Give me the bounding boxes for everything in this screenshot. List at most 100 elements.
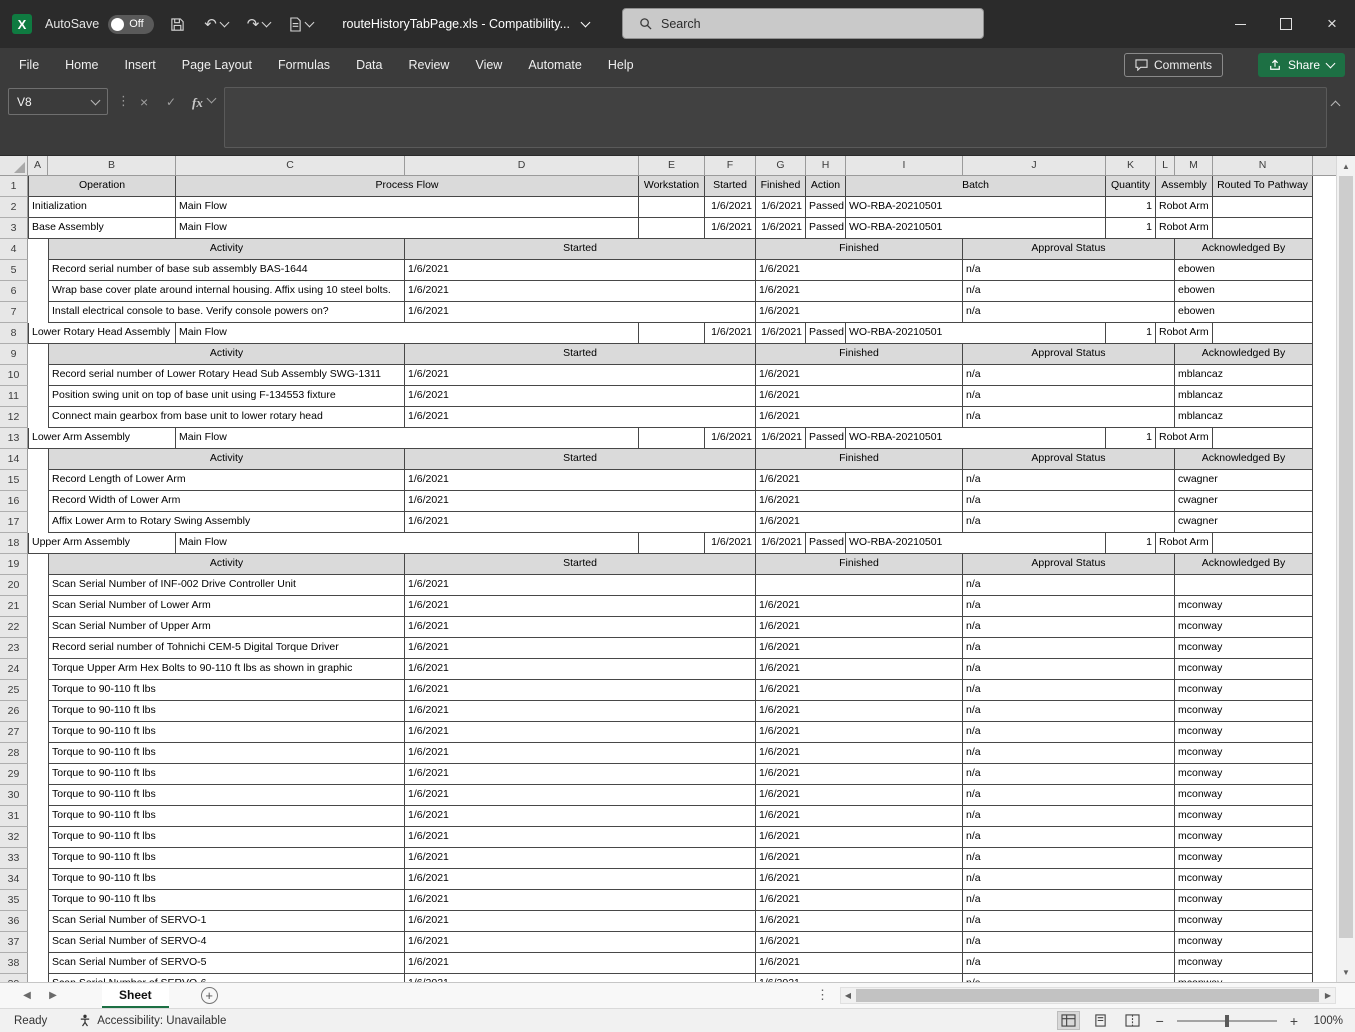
row-header-3[interactable]: 3 [0, 218, 28, 239]
row-header-9[interactable]: 9 [0, 344, 28, 365]
cell-K13[interactable]: 1 [1106, 428, 1156, 449]
row-header-6[interactable]: 6 [0, 281, 28, 302]
menu-tab-insert[interactable]: Insert [112, 48, 169, 82]
cell-G5[interactable]: 1/6/2021 [756, 260, 963, 281]
cell-M32[interactable]: mconway [1175, 827, 1313, 848]
cell-D35[interactable]: 1/6/2021 [405, 890, 756, 911]
cell-M15[interactable]: cwagner [1175, 470, 1313, 491]
row-header-30[interactable]: 30 [0, 785, 28, 806]
cell-G26[interactable]: 1/6/2021 [756, 701, 963, 722]
previous-sheet-button[interactable]: ◀ [14, 989, 40, 1002]
cell-B19[interactable]: Activity [48, 554, 405, 575]
cell-F8[interactable]: 1/6/2021 [705, 323, 756, 344]
cell-G1[interactable]: Finished [756, 176, 806, 197]
cell-B24[interactable]: Torque Upper Arm Hex Bolts to 90-110 ft … [48, 659, 405, 680]
cell-M35[interactable]: mconway [1175, 890, 1313, 911]
cell-G6[interactable]: 1/6/2021 [756, 281, 963, 302]
cell-K2[interactable]: 1 [1106, 197, 1156, 218]
cell-D4[interactable]: Started [405, 239, 756, 260]
cell-J30[interactable]: n/a [963, 785, 1175, 806]
cell-B5[interactable]: Record serial number of base sub assembl… [48, 260, 405, 281]
cell-D25[interactable]: 1/6/2021 [405, 680, 756, 701]
cell-B7[interactable]: Install electrical console to base. Veri… [48, 302, 405, 323]
cell-G16[interactable]: 1/6/2021 [756, 491, 963, 512]
cell-J19[interactable]: Approval Status [963, 554, 1175, 575]
cell-C13[interactable]: Main Flow [176, 428, 639, 449]
cell-L2[interactable]: Robot Arm [1156, 197, 1213, 218]
column-header-M[interactable]: M [1175, 156, 1213, 175]
cell-G13[interactable]: 1/6/2021 [756, 428, 806, 449]
cell-D29[interactable]: 1/6/2021 [405, 764, 756, 785]
menu-tab-page-layout[interactable]: Page Layout [169, 48, 265, 82]
new-sheet-button[interactable]: + [201, 987, 218, 1004]
cell-J21[interactable]: n/a [963, 596, 1175, 617]
cell-E3[interactable] [639, 218, 705, 239]
cell-B23[interactable]: Record serial number of Tohnichi CEM-5 D… [48, 638, 405, 659]
row-header-17[interactable]: 17 [0, 512, 28, 533]
comments-button[interactable]: Comments [1124, 53, 1223, 77]
cell-M25[interactable]: mconway [1175, 680, 1313, 701]
page-break-preview-button[interactable] [1122, 1012, 1143, 1029]
menu-tab-help[interactable]: Help [595, 48, 647, 82]
row-header-35[interactable]: 35 [0, 890, 28, 911]
cell-J36[interactable]: n/a [963, 911, 1175, 932]
column-header-H[interactable]: H [806, 156, 846, 175]
cell-J17[interactable]: n/a [963, 512, 1175, 533]
row-header-16[interactable]: 16 [0, 491, 28, 512]
name-box[interactable]: V8 [8, 88, 108, 115]
cell-D21[interactable]: 1/6/2021 [405, 596, 756, 617]
cell-J14[interactable]: Approval Status [963, 449, 1175, 470]
cell-J31[interactable]: n/a [963, 806, 1175, 827]
vertical-scroll-thumb[interactable] [1339, 176, 1353, 938]
maximize-button[interactable] [1263, 0, 1309, 48]
cell-M38[interactable]: mconway [1175, 953, 1313, 974]
cell-G33[interactable]: 1/6/2021 [756, 848, 963, 869]
cell-G4[interactable]: Finished [756, 239, 963, 260]
sheet-tab-active[interactable]: Sheet [102, 984, 169, 1008]
cell-H1[interactable]: Action [806, 176, 846, 197]
cell-N2[interactable] [1213, 197, 1313, 218]
menu-tab-formulas[interactable]: Formulas [265, 48, 343, 82]
cell-D19[interactable]: Started [405, 554, 756, 575]
cell-G28[interactable]: 1/6/2021 [756, 743, 963, 764]
cell-M36[interactable]: mconway [1175, 911, 1313, 932]
cell-J34[interactable]: n/a [963, 869, 1175, 890]
menu-tab-review[interactable]: Review [395, 48, 462, 82]
cell-I18[interactable]: WO-RBA-20210501 [846, 533, 1106, 554]
cell-G22[interactable]: 1/6/2021 [756, 617, 963, 638]
cell-L18[interactable]: Robot Arm [1156, 533, 1213, 554]
cell-G24[interactable]: 1/6/2021 [756, 659, 963, 680]
row-header-8[interactable]: 8 [0, 323, 28, 344]
cell-J5[interactable]: n/a [963, 260, 1175, 281]
cell-M16[interactable]: cwagner [1175, 491, 1313, 512]
cell-M23[interactable]: mconway [1175, 638, 1313, 659]
cell-G38[interactable]: 1/6/2021 [756, 953, 963, 974]
cell-B6[interactable]: Wrap base cover plate around internal ho… [48, 281, 405, 302]
cell-G2[interactable]: 1/6/2021 [756, 197, 806, 218]
cell-M22[interactable]: mconway [1175, 617, 1313, 638]
cell-J23[interactable]: n/a [963, 638, 1175, 659]
cell-D10[interactable]: 1/6/2021 [405, 365, 756, 386]
menu-tab-home[interactable]: Home [52, 48, 111, 82]
cell-B27[interactable]: Torque to 90-110 ft lbs [48, 722, 405, 743]
cell-D38[interactable]: 1/6/2021 [405, 953, 756, 974]
cell-B34[interactable]: Torque to 90-110 ft lbs [48, 869, 405, 890]
column-header-N[interactable]: N [1213, 156, 1313, 175]
row-header-1[interactable]: 1 [0, 176, 28, 197]
cell-D6[interactable]: 1/6/2021 [405, 281, 756, 302]
cell-M14[interactable]: Acknowledged By [1175, 449, 1313, 470]
row-header-32[interactable]: 32 [0, 827, 28, 848]
row-header-37[interactable]: 37 [0, 932, 28, 953]
cell-B31[interactable]: Torque to 90-110 ft lbs [48, 806, 405, 827]
cell-J24[interactable]: n/a [963, 659, 1175, 680]
cell-C2[interactable]: Main Flow [176, 197, 639, 218]
column-header-J[interactable]: J [963, 156, 1106, 175]
cell-D34[interactable]: 1/6/2021 [405, 869, 756, 890]
cell-M19[interactable]: Acknowledged By [1175, 554, 1313, 575]
cell-J7[interactable]: n/a [963, 302, 1175, 323]
cell-D16[interactable]: 1/6/2021 [405, 491, 756, 512]
row-header-28[interactable]: 28 [0, 743, 28, 764]
cell-C3[interactable]: Main Flow [176, 218, 639, 239]
cell-B25[interactable]: Torque to 90-110 ft lbs [48, 680, 405, 701]
row-header-38[interactable]: 38 [0, 953, 28, 974]
